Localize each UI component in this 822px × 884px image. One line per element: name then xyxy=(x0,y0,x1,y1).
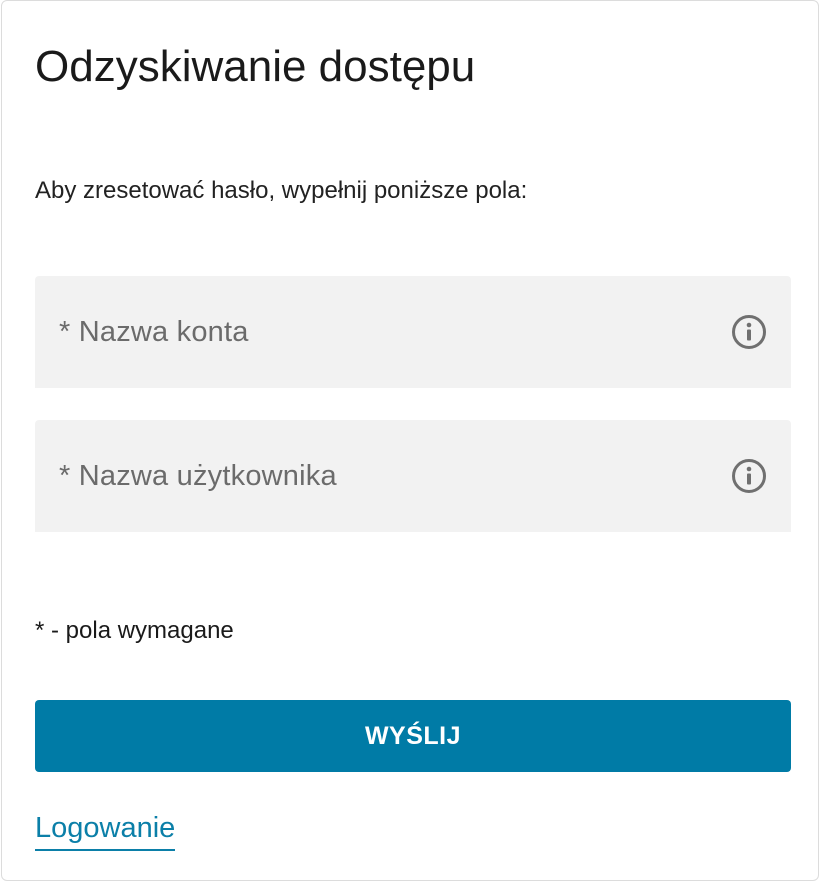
account-name-field xyxy=(35,276,791,388)
page-title: Odzyskiwanie dostępu xyxy=(35,42,476,91)
account-name-input[interactable] xyxy=(35,276,715,388)
login-link[interactable]: Logowanie xyxy=(35,809,176,851)
submit-button[interactable]: WYŚLIJ xyxy=(35,700,791,772)
info-circle-icon[interactable] xyxy=(731,314,767,350)
password-recovery-card: Odzyskiwanie dostępu Aby zresetować hasł… xyxy=(1,0,819,881)
info-circle-icon[interactable] xyxy=(731,458,767,494)
username-field xyxy=(35,420,791,532)
required-fields-note: * - pola wymagane xyxy=(35,617,234,644)
username-input[interactable] xyxy=(35,420,715,532)
instructions-text: Aby zresetować hasło, wypełnij poniższe … xyxy=(35,177,528,204)
